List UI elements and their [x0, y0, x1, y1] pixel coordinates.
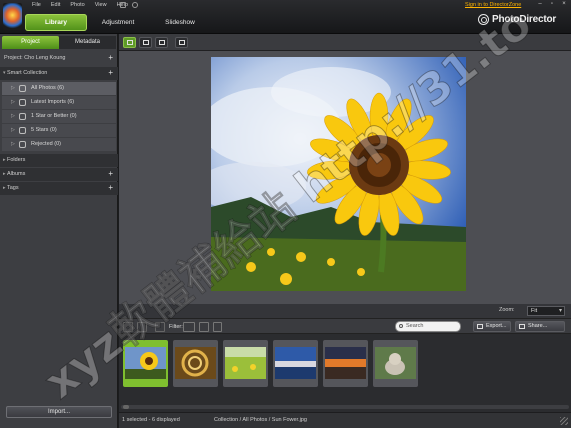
expand-arrow-icon: ▷ — [11, 99, 15, 105]
expand-arrow-icon: ▸ — [3, 185, 6, 191]
panel-tabs: Project Metadata — [2, 36, 116, 49]
export-icon — [477, 324, 483, 329]
tags-header[interactable]: ▸ Tags + — [0, 182, 118, 195]
path-status: Collection / All Photos / Sun Fower.jpg — [214, 417, 307, 423]
brand-name: PhotoDirector — [492, 14, 557, 25]
thumbnail-spiral[interactable] — [173, 340, 218, 387]
export-button[interactable]: Export... — [473, 321, 511, 332]
collection-five-stars[interactable]: ▷ 5 Stars (0) — [2, 124, 116, 137]
zoom-select[interactable]: Fit — [527, 306, 565, 316]
zoom-label: Zoom: — [499, 307, 515, 313]
signin-link[interactable]: Sign in to DirectorZone — [465, 2, 521, 8]
filmstrip-scrollbar[interactable] — [121, 405, 569, 409]
view-toolbar — [119, 34, 571, 51]
filmstrip — [119, 334, 571, 412]
add-album-icon[interactable]: + — [108, 168, 113, 180]
sunset-thumb — [325, 347, 366, 379]
tab-library[interactable]: Library — [25, 14, 87, 31]
grid-view-icon[interactable] — [155, 37, 168, 48]
collection-one-star[interactable]: ▷ 1 Star or Better (0) — [2, 110, 116, 123]
albums-header[interactable]: ▸ Albums + — [0, 168, 118, 181]
fullscreen-icon[interactable] — [175, 37, 188, 48]
filter-color-icon[interactable] — [199, 322, 209, 332]
search-input[interactable]: Search — [395, 321, 461, 332]
search-icon — [399, 324, 403, 328]
thumbnail-cat[interactable] — [373, 340, 418, 387]
spiral-thumb — [175, 347, 216, 379]
thumbnail-sunflower[interactable] — [123, 340, 168, 387]
sort-icon[interactable] — [123, 322, 133, 332]
mode-tabs: Library Adjustment Slideshow — [25, 14, 211, 31]
add-smart-collection-icon[interactable]: + — [108, 67, 113, 79]
settings-icon[interactable] — [132, 2, 138, 8]
harbor-thumb — [275, 347, 316, 379]
filter-flag-icon[interactable] — [183, 322, 195, 332]
expand-arrow-icon: ▷ — [11, 141, 15, 147]
tab-slideshow[interactable]: Slideshow — [149, 14, 211, 31]
flag-icon[interactable] — [137, 322, 147, 332]
cat-thumb — [375, 347, 416, 379]
brand-icon — [478, 14, 489, 25]
photo-viewer — [119, 51, 571, 304]
thumbnail-sunset[interactable] — [323, 340, 368, 387]
main-photo[interactable] — [211, 57, 466, 291]
brand: PhotoDirector — [478, 14, 556, 25]
collection-rejected[interactable]: ▷ Rejected (0) — [2, 138, 116, 151]
status-bar: 1 selected - 6 displayed Collection / Al… — [119, 412, 571, 428]
menu-bar: File Edit Photo View Help — [27, 2, 133, 9]
restore-icon[interactable]: ▫ — [548, 1, 556, 7]
sunflower-image — [211, 57, 466, 291]
main-area: Zoom: Fit Filter: Search Export... Share… — [119, 34, 571, 428]
smart-collection-header[interactable]: ▾ Smart Collection + — [0, 67, 118, 80]
import-icon — [19, 99, 26, 106]
thumbnail-field[interactable] — [223, 340, 268, 387]
folders-header[interactable]: ▸ Folders — [0, 154, 118, 167]
expand-arrow-icon: ▷ — [11, 85, 15, 91]
filter-label: Filter: — [169, 324, 183, 330]
expand-arrow-icon: ▸ — [3, 157, 6, 163]
share-button[interactable]: Share... — [515, 321, 565, 332]
star-icon — [19, 127, 26, 134]
tab-metadata[interactable]: Metadata — [59, 36, 116, 49]
resize-grip-icon[interactable] — [560, 417, 568, 425]
import-button[interactable]: Import... — [6, 406, 112, 418]
star-icon — [19, 113, 26, 120]
left-panel: Project Metadata Project: Cho Leng Koung… — [0, 34, 118, 428]
tab-adjustment[interactable]: Adjustment — [87, 14, 149, 31]
filter-bar: Filter: Search Export... Share... — [119, 318, 571, 334]
tab-project[interactable]: Project — [2, 36, 59, 49]
single-view-icon[interactable] — [123, 37, 136, 48]
menu-view[interactable]: View — [90, 2, 112, 9]
expand-arrow-icon: ▷ — [11, 127, 15, 133]
expand-arrow-icon: ▸ — [3, 171, 6, 177]
zoom-bar: Zoom: Fit — [119, 304, 571, 318]
add-project-icon[interactable]: + — [108, 52, 113, 64]
collection-latest-imports[interactable]: ▷ Latest Imports (6) — [2, 96, 116, 109]
menu-photo[interactable]: Photo — [65, 2, 89, 9]
title-bar: File Edit Photo View Help Library Adjust… — [0, 0, 571, 34]
project-row: Project: Cho Leng Koung + — [0, 52, 118, 65]
app-logo — [3, 3, 22, 30]
project-name: Project: Cho Leng Koung — [4, 55, 66, 61]
selection-status: 1 selected - 6 displayed — [122, 417, 180, 423]
expand-arrow-icon: ▷ — [11, 113, 15, 119]
filter-brush-icon[interactable] — [213, 322, 222, 332]
thumbnail-harbor[interactable] — [273, 340, 318, 387]
photos-icon — [19, 85, 26, 92]
rotate-icon[interactable] — [155, 322, 165, 332]
menu-file[interactable]: File — [27, 2, 46, 9]
scrollbar-thumb[interactable] — [123, 405, 129, 409]
compare-view-icon[interactable] — [139, 37, 152, 48]
field-thumb — [225, 347, 266, 379]
collection-all-photos[interactable]: ▷ All Photos (6) — [2, 82, 116, 95]
minimize-icon[interactable]: – — [536, 1, 544, 7]
share-icon — [519, 324, 525, 329]
close-icon[interactable]: × — [560, 1, 568, 7]
expand-arrow-icon: ▾ — [3, 70, 6, 76]
sunflower-thumb — [125, 347, 166, 379]
add-tag-icon[interactable]: + — [108, 182, 113, 194]
reject-icon — [19, 141, 26, 148]
undo-icon[interactable] — [120, 2, 126, 8]
menu-edit[interactable]: Edit — [46, 2, 65, 9]
